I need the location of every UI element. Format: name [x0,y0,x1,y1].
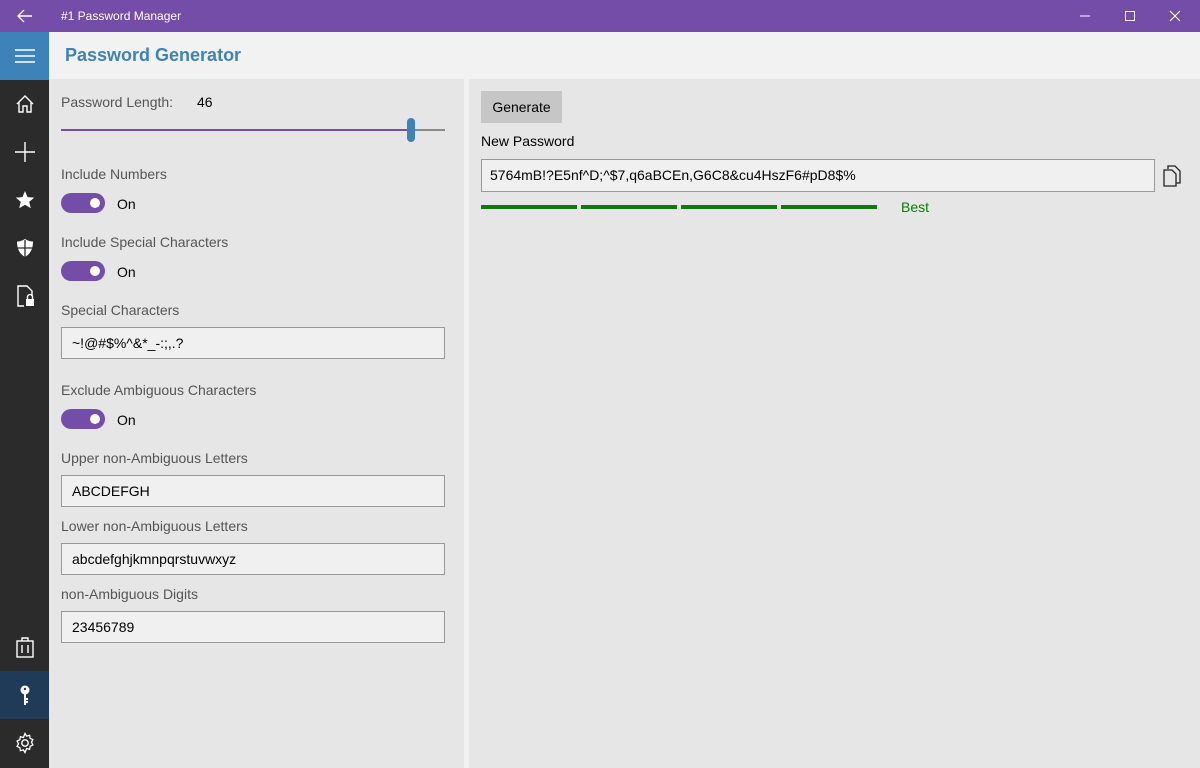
password-length-slider[interactable] [61,117,445,143]
document-lock-icon [16,285,34,307]
toggle-knob [90,414,100,424]
new-password-label: New Password [481,133,575,149]
clipboard-icon [15,637,34,658]
generator-options-pane: Password Length: 46 Include Numbers On I… [49,79,464,768]
password-length-value: 46 [197,94,213,110]
strength-meter-segment [681,205,777,209]
title-bar: #1 Password Manager [0,0,1200,32]
shield-icon [16,239,33,257]
include-special-label: Include Special Characters [61,234,229,250]
minimize-button[interactable] [1062,0,1108,32]
plus-icon [14,142,35,162]
hamburger-menu-button[interactable] [0,32,49,80]
rail-item-security[interactable] [0,224,49,272]
strength-meter-segment [481,205,577,209]
close-button[interactable] [1152,0,1198,32]
star-icon [15,191,34,209]
window-title: #1 Password Manager [61,9,182,23]
rail-item-clipboard[interactable] [0,623,49,671]
upper-letters-input[interactable]: ABCDEFGH [61,475,445,507]
exclude-ambiguous-label: Exclude Ambiguous Characters [61,382,257,398]
strength-meter-segment [781,205,877,209]
key-icon [20,685,29,705]
generate-button[interactable]: Generate [481,91,562,123]
hamburger-icon [14,49,35,63]
exclude-ambiguous-toggle[interactable] [61,409,105,429]
exclude-ambiguous-state: On [117,412,136,428]
maximize-icon [1125,11,1135,21]
include-special-toggle[interactable] [61,261,105,281]
password-length-label: Password Length: [61,94,174,110]
include-numbers-toggle[interactable] [61,193,105,213]
page-header: Password Generator [49,32,1200,79]
include-numbers-label: Include Numbers [61,166,167,182]
rail-item-settings[interactable] [0,719,49,767]
minimize-icon [1080,15,1090,17]
back-button[interactable] [0,0,49,32]
rail-item-home[interactable] [0,80,49,128]
lower-letters-input[interactable]: abcdefghjkmnpqrstuvwxyz [61,543,445,575]
generator-result-pane: Generate New Password 5764mB!?E5nf^D;^$7… [469,79,1200,768]
lower-letters-label: Lower non-Ambiguous Letters [61,518,248,534]
rail-item-add[interactable] [0,128,49,176]
page-title: Password Generator [65,45,242,65]
toggle-knob [90,266,100,276]
navigation-rail [0,32,49,768]
special-characters-input[interactable]: ~!@#$%^&*_-:;,.? [61,327,445,359]
rail-item-locked-document[interactable] [0,272,49,320]
copy-icon [1163,165,1181,187]
copy-password-button[interactable] [1159,163,1185,189]
home-icon [16,95,33,113]
rail-item-favorites[interactable] [0,176,49,224]
slider-thumb[interactable] [406,118,415,142]
strength-meter-segment [581,205,677,209]
gear-icon [15,732,34,754]
new-password-field[interactable]: 5764mB!?E5nf^D;^$7,q6aBCEn,G6C8&cu4HszF6… [481,159,1155,192]
upper-letters-label: Upper non-Ambiguous Letters [61,450,248,466]
back-arrow-icon [16,9,32,23]
special-characters-label: Special Characters [61,302,180,318]
include-special-state: On [117,264,136,280]
slider-fill [61,129,407,131]
digits-label: non-Ambiguous Digits [61,586,198,602]
rail-item-password-generator[interactable] [0,671,49,719]
maximize-button[interactable] [1107,0,1153,32]
digits-input[interactable]: 23456789 [61,611,445,643]
strength-label: Best [901,199,930,215]
toggle-knob [90,198,100,208]
include-numbers-state: On [117,196,136,212]
close-icon [1169,10,1181,22]
